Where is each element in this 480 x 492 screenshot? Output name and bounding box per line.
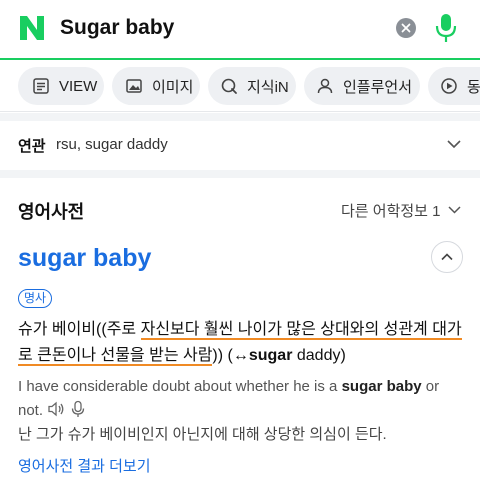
video-icon <box>441 78 457 94</box>
tab-video[interactable]: 동영 <box>428 67 480 105</box>
chevron-down-icon[interactable] <box>446 136 462 152</box>
section-divider <box>0 113 480 121</box>
collapse-button[interactable] <box>431 241 463 273</box>
headword-link[interactable]: sugar baby <box>18 244 151 273</box>
related-terms[interactable]: rsu, sugar daddy <box>56 136 168 153</box>
part-of-speech-badge: 명사 <box>18 289 53 308</box>
related-label: 연관 <box>18 138 46 155</box>
clear-icon[interactable] <box>396 18 416 38</box>
example-text: I have considerable doubt about whether … <box>18 378 342 395</box>
tab-label: 지식iN <box>247 78 289 96</box>
tab-view[interactable]: VIEW <box>18 67 104 105</box>
knowledge-icon <box>221 78 237 94</box>
tab-label: 이미지 <box>152 78 194 96</box>
search-tabs: VIEW 이미지 지식iN 인플루언서 동영 <box>0 60 480 112</box>
example-keyword: sugar baby <box>341 378 422 395</box>
definition-highlight: 로 큰돈이나 선물을 받는 사람 <box>18 347 213 366</box>
definition-suffix: daddy) <box>292 347 346 364</box>
person-icon <box>317 78 333 94</box>
tab-label: VIEW <box>59 77 98 95</box>
tab-knowledge[interactable]: 지식iN <box>208 67 296 105</box>
related-searches[interactable]: 연관 rsu, sugar daddy <box>0 122 480 170</box>
definition-suffix: )) (↔ <box>212 347 249 364</box>
definition-prefix: 슈가 베이비((주로 <box>18 321 141 338</box>
naver-logo[interactable] <box>18 14 46 42</box>
example-english: I have considerable doubt about whether … <box>18 375 466 423</box>
search-header: Sugar baby <box>0 0 480 60</box>
more-results-link[interactable]: 영어사전 결과 더보기 <box>18 455 151 476</box>
tab-image[interactable]: 이미지 <box>112 67 200 105</box>
tab-influencer[interactable]: 인플루언서 <box>304 67 420 105</box>
tab-label: 인플루언서 <box>343 78 413 96</box>
definition-highlight: 자신보다 훨씬 나이가 많은 상대와의 성관계 대가 <box>140 321 462 340</box>
view-icon <box>33 78 49 94</box>
image-icon <box>126 79 142 93</box>
chevron-down-icon[interactable] <box>447 202 462 217</box>
mic-icon[interactable] <box>69 400 87 418</box>
example-korean: 난 그가 슈가 베이비인지 아닌지에 대해 상당한 의심이 든다. <box>18 426 387 443</box>
speaker-icon[interactable] <box>47 400 65 418</box>
definition-antonym: sugar <box>248 347 293 364</box>
definition: 슈가 베이비((주로 자신보다 훨씬 나이가 많은 상대와의 성관계 대가로 큰… <box>18 317 466 369</box>
dictionary-title: 영어사전 <box>18 202 85 222</box>
dictionary-panel: 영어사전 다른 어학정보 1 sugar baby 명사 슈가 베이비((주로 … <box>0 178 480 492</box>
mic-icon[interactable] <box>434 12 458 44</box>
other-language-info[interactable]: 다른 어학정보 1 <box>341 200 440 221</box>
section-divider <box>0 170 480 178</box>
tab-label: 동영 <box>467 78 480 96</box>
chevron-up-icon <box>441 253 453 261</box>
search-query[interactable]: Sugar baby <box>60 14 174 42</box>
